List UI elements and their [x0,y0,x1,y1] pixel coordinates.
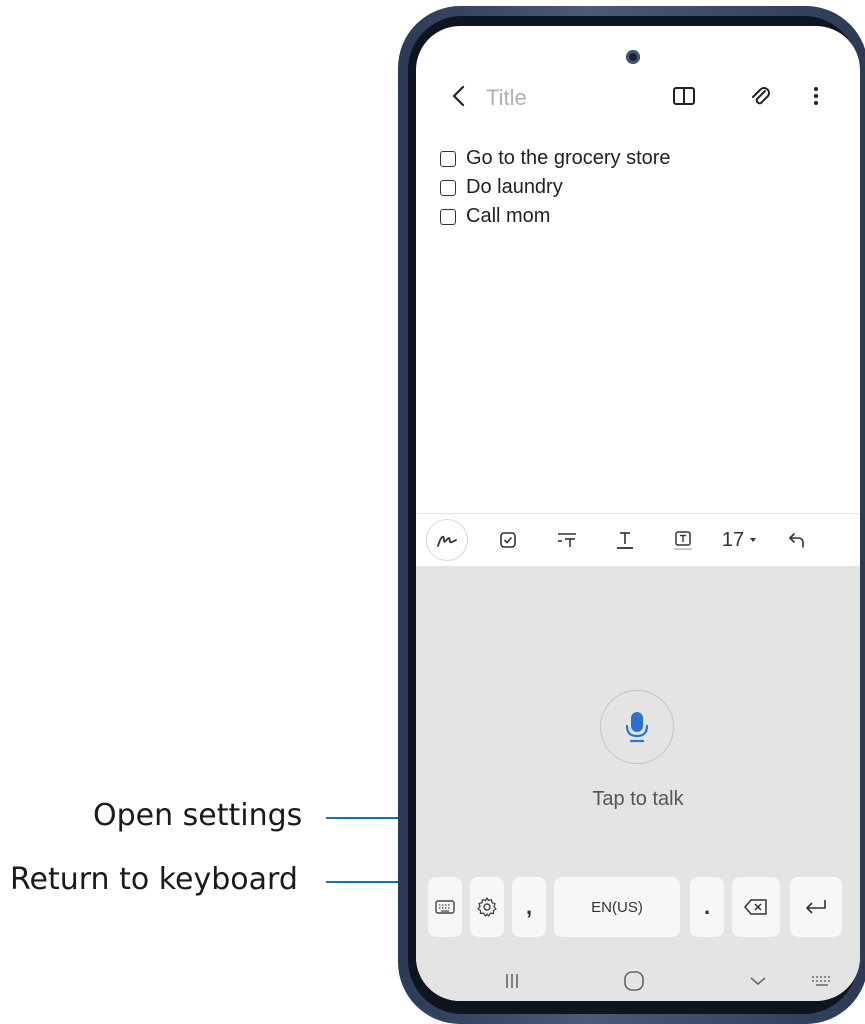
checkbox-format-icon [500,532,516,548]
chevron-down-icon [750,977,766,986]
keyboard-switch-button[interactable] [808,967,836,995]
font-size-value: 17 [721,528,745,551]
backspace-key[interactable] [732,877,780,937]
undo-icon [789,533,804,548]
enter-key[interactable] [790,877,842,937]
note-top-bar: Title [416,76,860,120]
checkbox-icon[interactable] [440,150,456,167]
open-settings-callout: Open settings [93,798,303,833]
text-style-icon [558,533,576,547]
keyboard-icon [435,900,455,914]
open-settings-button[interactable] [470,877,504,937]
comma-key[interactable]: , [512,877,546,937]
voice-input-panel: Tap to talk , EN(US) . [416,566,860,1001]
checklist-item-text: Go to the grocery store [466,147,671,169]
text-underline-icon [617,532,633,549]
attach-icon[interactable] [746,82,774,110]
home-button[interactable] [620,967,648,995]
checklist-item-text: Call mom [466,205,551,227]
language-key[interactable]: EN(US) [554,877,680,937]
home-icon [624,971,644,991]
recent-apps-icon [506,974,518,988]
checklist-item-text: Do laundry [466,176,563,198]
formatting-toolbar: 17 [416,513,860,566]
text-highlight-icon [674,531,692,550]
hide-keyboard-button[interactable] [744,967,772,995]
font-size-dropdown[interactable]: 17 [716,524,764,556]
handwriting-icon [437,535,457,547]
return-to-keyboard-button[interactable] [428,877,462,937]
back-arrow-icon[interactable] [446,82,474,110]
checklist-item[interactable]: Call mom [440,202,671,231]
backspace-icon [744,899,767,915]
tap-to-talk-label: Tap to talk [592,788,684,810]
checklist-item[interactable]: Go to the grocery store [440,144,671,173]
checklist-item[interactable]: Do laundry [440,173,671,202]
text-style-button[interactable] [552,524,582,556]
system-navigation-bar [416,961,860,1001]
reading-mode-icon[interactable] [670,82,698,110]
phone-frame: Title Go to the grocery store Do laundry [398,6,865,1024]
return-to-keyboard-callout: Return to keyboard [10,862,298,897]
more-options-icon[interactable] [802,82,830,110]
chevron-down-icon [750,538,757,542]
voice-keyboard-row: , EN(US) . [416,877,860,939]
title-field[interactable]: Title [486,85,527,111]
checkbox-icon[interactable] [440,179,456,196]
microphone-icon [625,712,649,743]
note-checklist: Go to the grocery store Do laundry Call … [440,144,671,231]
microphone-button[interactable] [600,690,674,764]
keyboard-grid-icon [812,976,830,986]
enter-icon [806,900,826,914]
recent-apps-button[interactable] [498,967,526,995]
checkbox-format-button[interactable] [494,524,522,556]
checkbox-icon[interactable] [440,208,456,225]
handwriting-button[interactable] [426,519,468,561]
period-key[interactable]: . [690,877,724,937]
text-underline-button[interactable] [610,524,640,556]
undo-button[interactable] [782,524,812,556]
text-highlight-button[interactable] [668,524,698,556]
gear-icon [477,897,497,917]
front-camera [626,50,640,64]
phone-screen: Title Go to the grocery store Do laundry [416,26,860,1001]
